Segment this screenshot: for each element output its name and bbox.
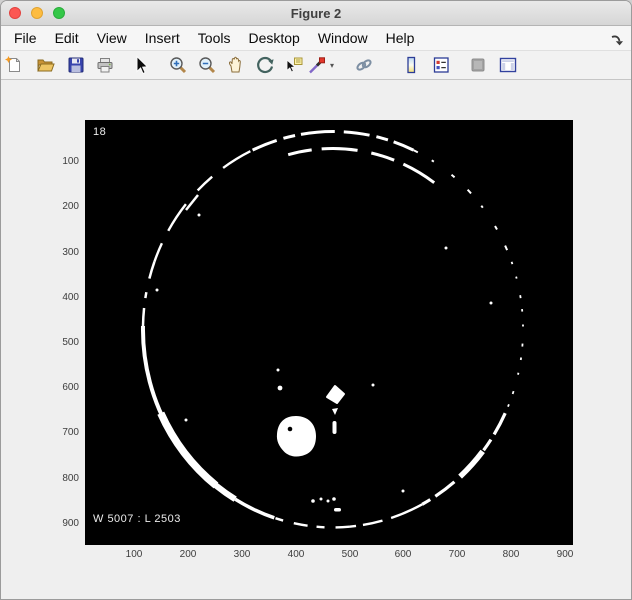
- close-button[interactable]: [9, 7, 21, 19]
- x-tick: 400: [288, 549, 305, 560]
- y-tick: 600: [62, 382, 79, 394]
- zoom-in-icon[interactable]: [168, 55, 188, 75]
- menu-tools[interactable]: Tools: [189, 26, 240, 50]
- pointer-cursor-icon[interactable]: [131, 55, 151, 75]
- brush-dropdown-icon[interactable]: ▾: [330, 61, 334, 70]
- binary-ct-image: 18 W 5007 : L 2503: [85, 120, 573, 545]
- dock-figure-icon[interactable]: [609, 31, 625, 47]
- y-tick: 900: [62, 518, 79, 530]
- y-tick: 200: [62, 201, 79, 213]
- menu-view[interactable]: View: [88, 26, 136, 50]
- zoom-button[interactable]: [53, 7, 65, 19]
- brush-data-icon[interactable]: [307, 55, 327, 75]
- matlab-figure-window: Figure 2 File Edit View Insert Tools Des…: [0, 0, 632, 600]
- figure-canvas: 100 200 300 400 500 600 700 800 900 100 …: [1, 80, 631, 600]
- y-tick: 400: [62, 292, 79, 304]
- x-tick: 300: [234, 549, 251, 560]
- zoom-out-icon[interactable]: [197, 55, 217, 75]
- x-tick: 900: [557, 549, 574, 560]
- binary-ct-svg: 18 W 5007 : L 2503: [85, 120, 573, 545]
- y-tick: 800: [62, 473, 79, 485]
- title-bar[interactable]: Figure 2: [1, 1, 631, 26]
- x-tick: 700: [449, 549, 466, 560]
- y-tick: 700: [62, 427, 79, 439]
- figure-toolbar: ▾: [1, 51, 631, 80]
- print-figure-icon[interactable]: [95, 55, 115, 75]
- x-tick: 600: [395, 549, 412, 560]
- insert-legend-icon[interactable]: [431, 55, 451, 75]
- traffic-lights: [9, 1, 65, 25]
- menu-window[interactable]: Window: [309, 26, 377, 50]
- window-level-label: W 5007 : L 2503: [93, 513, 181, 525]
- data-cursor-icon[interactable]: [284, 55, 304, 75]
- new-figure-icon[interactable]: [4, 55, 24, 75]
- frame-number-label: 18: [93, 126, 106, 138]
- menu-desktop[interactable]: Desktop: [239, 26, 308, 50]
- y-tick: 500: [62, 337, 79, 349]
- menu-insert[interactable]: Insert: [136, 26, 189, 50]
- x-tick: 800: [503, 549, 520, 560]
- x-tick: 200: [180, 549, 197, 560]
- x-tick: 500: [342, 549, 359, 560]
- rotate-3d-icon[interactable]: [255, 55, 275, 75]
- open-file-icon[interactable]: [35, 55, 55, 75]
- hide-plot-tools-icon[interactable]: [468, 55, 488, 75]
- pan-hand-icon[interactable]: [226, 55, 246, 75]
- x-axis-tick-labels: 100 200 300 400 500 600 700 800 900: [1, 549, 631, 563]
- menu-file[interactable]: File: [5, 26, 46, 50]
- window-title: Figure 2: [291, 6, 342, 21]
- y-axis-tick-labels: 100 200 300 400 500 600 700 800 900: [41, 80, 81, 545]
- show-plot-tools-icon[interactable]: [498, 55, 518, 75]
- link-plot-icon[interactable]: [354, 55, 374, 75]
- minimize-button[interactable]: [31, 7, 43, 19]
- menu-help[interactable]: Help: [377, 26, 424, 50]
- x-tick: 100: [126, 549, 143, 560]
- save-figure-icon[interactable]: [66, 55, 86, 75]
- menu-edit[interactable]: Edit: [46, 26, 88, 50]
- y-tick: 100: [62, 156, 79, 168]
- insert-colorbar-icon[interactable]: [401, 55, 421, 75]
- menu-bar: File Edit View Insert Tools Desktop Wind…: [1, 26, 631, 51]
- y-tick: 300: [62, 247, 79, 259]
